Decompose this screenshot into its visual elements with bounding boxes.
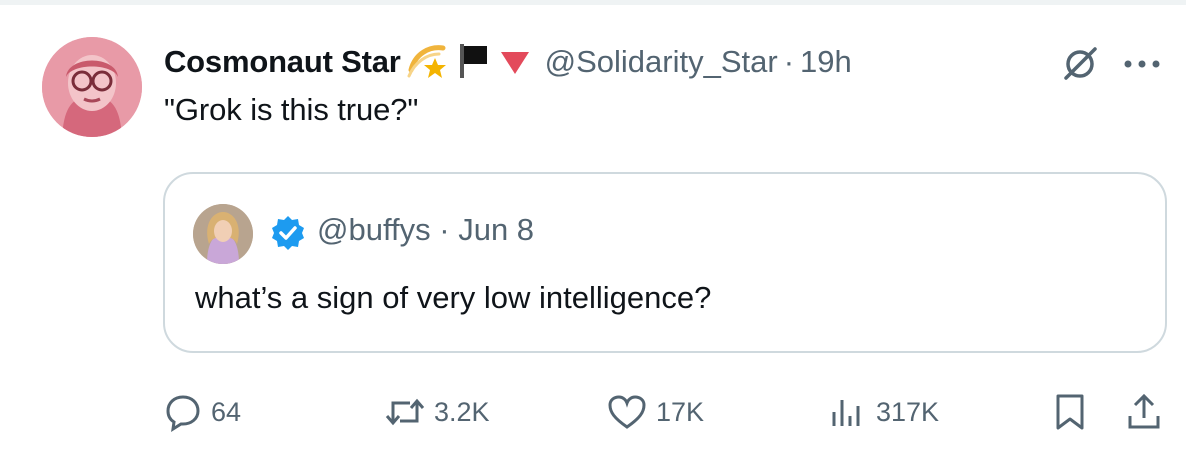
views-button[interactable]: 317K <box>828 390 939 434</box>
like-count: 17K <box>656 396 705 427</box>
reply-button[interactable]: 64 <box>163 390 241 434</box>
quoted-handle[interactable]: @buffys <box>317 212 431 247</box>
more-options-icon[interactable] <box>1118 50 1166 78</box>
tweet-header: Cosmonaut Star @Solidarity_Star · 19h <box>164 40 852 84</box>
verified-badge-icon[interactable] <box>269 214 307 252</box>
quoted-tweet-header: @buffys · Jun 8 <box>317 212 534 248</box>
quoted-avatar-image <box>193 204 253 264</box>
bookmark-icon <box>1056 394 1084 430</box>
heart-icon <box>608 395 646 429</box>
author-avatar-image <box>42 37 142 137</box>
quoted-tweet-card[interactable]: @buffys · Jun 8 what’s a sign of very lo… <box>163 172 1167 353</box>
reply-icon <box>166 395 200 432</box>
author-name[interactable]: Cosmonaut Star <box>164 44 401 80</box>
top-divider <box>0 0 1186 5</box>
grok-icon[interactable] <box>1060 44 1100 84</box>
separator-dot: · <box>783 44 795 79</box>
views-count: 317K <box>876 396 940 427</box>
author-avatar[interactable] <box>42 37 142 137</box>
bookmark-button[interactable] <box>1052 390 1096 434</box>
separator-dot: · <box>439 212 450 247</box>
repost-button[interactable]: 3.2K <box>384 390 490 434</box>
quoted-date[interactable]: Jun 8 <box>458 212 534 247</box>
reply-count: 64 <box>211 396 242 427</box>
quoted-author-avatar[interactable] <box>193 204 253 264</box>
like-button[interactable]: 17K <box>606 390 704 434</box>
share-button[interactable] <box>1124 390 1172 434</box>
share-icon <box>1128 393 1160 429</box>
author-handle[interactable]: @Solidarity_Star <box>545 44 778 80</box>
repost-count: 3.2K <box>434 396 490 427</box>
views-chart-icon <box>832 400 860 426</box>
tweet-text: "Grok is this true?" <box>164 92 419 127</box>
red-triangle-icon <box>497 40 533 85</box>
quoted-tweet-text: what’s a sign of very low intelligence? <box>195 280 712 315</box>
shooting-star-icon <box>405 40 449 85</box>
black-flag-icon <box>453 40 493 85</box>
tweet-time[interactable]: 19h <box>800 44 852 80</box>
tweet-actions-bar: 64 3.2K 17K 317K <box>0 390 1186 434</box>
repost-icon <box>385 398 425 426</box>
